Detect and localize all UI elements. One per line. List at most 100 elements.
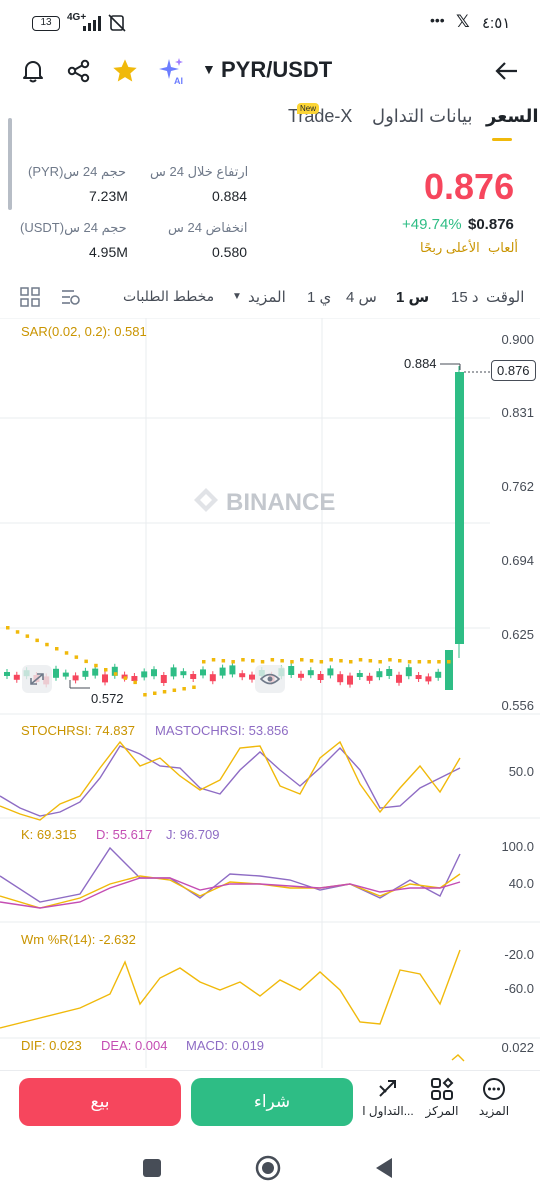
candle-body [307,670,314,676]
candle-body [53,668,59,678]
sar-dot [45,642,49,647]
candle-body [425,676,432,682]
candle-body [13,674,20,680]
candle-body [190,674,197,679]
candle-body [298,673,304,678]
home-button[interactable] [255,1155,281,1181]
candle-body [239,673,246,678]
price-stats: 0.876 $0.876 +49.74% ألعاب الأعلى ربحًا … [0,150,540,270]
center-action[interactable]: المركز [414,1077,470,1118]
sar-dot [162,690,167,694]
high-value: 0.884 [212,188,248,204]
trade-label: التداول ا... [362,1104,414,1118]
binance-watermark-logo [194,488,218,512]
mastochrsi-label: MASTOCHRSI: 53.856 [155,723,289,738]
candle-body [435,671,442,678]
ai-sparkle-icon[interactable]: AI [157,56,187,86]
candle-body [151,669,157,677]
back-arrow-icon[interactable] [494,58,520,84]
candle-body [72,675,79,681]
trade-action[interactable]: التداول ا... [360,1077,416,1118]
chart-area[interactable]: BINANCE SAR(0.02, 0.2): 0.581 0.900 0.83… [0,318,540,1068]
sar-dot [133,680,137,685]
interval-15m[interactable]: 15 د [451,288,479,306]
interval-more[interactable]: المزيد [248,288,286,306]
sar-dot [74,655,79,659]
sar-dot [6,626,10,630]
vol-quote-label: حجم 24 س(USDT) [20,220,127,235]
interval-4h[interactable]: 4 س [346,288,377,306]
sar-dot [417,660,422,664]
sar-dot [123,676,128,680]
interval-time[interactable]: الوقت [486,288,524,306]
candle-body [131,676,138,681]
sar-dot [192,685,196,689]
y-axis-4: 0.625 [501,627,534,642]
pair-title[interactable]: PYR/USDT [221,57,332,83]
more-dots-icon [483,1078,505,1100]
more-caret-icon[interactable]: ▼ [232,291,242,302]
oscillator-lines [0,740,465,1062]
sar-dot [251,659,255,663]
binance-watermark: BINANCE [226,489,335,516]
buy-button[interactable]: شراء [191,1078,353,1126]
tag-top-gainer[interactable]: الأعلى ربحًا [420,240,480,256]
indicator-settings-icon[interactable] [60,287,82,307]
stoch-axis: 50.0 [508,764,534,779]
y-axis-0: 0.900 [501,332,534,347]
pair-dropdown-caret[interactable]: ▼ [202,61,216,77]
candle-body [62,672,69,677]
j-line [0,846,461,903]
interval-1d[interactable]: 1 ي [307,288,331,306]
share-icon[interactable] [66,58,92,84]
tab-active-indicator [492,138,512,141]
sar-dot [427,660,431,664]
candle-body [356,673,363,677]
back-button[interactable] [374,1157,394,1179]
sar-dot [368,659,373,663]
signal-icon [83,16,101,31]
candle-body [219,667,226,676]
sar-dot [241,658,245,662]
depth-chart-tab[interactable]: مخطط الطلبات [123,288,214,305]
interval-1h[interactable]: 1 س [396,288,429,306]
sar-dot [153,691,157,695]
sar-dot [339,659,343,663]
sar-dot [172,688,177,692]
macd-axis: 0.022 [501,1040,534,1055]
sar-dot [270,658,275,662]
visibility-toggle-button[interactable] [255,665,285,693]
bell-icon[interactable] [20,58,46,84]
status-bar: 13 4G+ ••• 𝕏 ٤:٥١ [0,0,540,48]
recent-apps-button[interactable] [143,1159,161,1177]
trade-arrows-icon [379,1080,396,1097]
high-label: ارتفاع خلال 24 س [150,164,249,179]
candle-body [347,675,353,685]
candle-body [229,665,236,675]
notification-dots: ••• [430,12,445,28]
low-label: انخفاض 24 س [168,220,248,235]
layout-grid-icon[interactable] [20,287,40,307]
expand-chart-button[interactable] [22,665,52,693]
wr-axis-0: -20.0 [504,947,534,962]
system-nav-bar [0,1140,540,1199]
sell-button[interactable]: بيع [19,1078,181,1126]
sar-dot [211,658,216,662]
candle-body [337,674,344,683]
more-action[interactable]: المزيد [466,1077,522,1118]
candle-body [160,675,167,683]
candle-body [396,674,402,683]
j-label: J: 96.709 [166,827,220,842]
new-badge: New [297,103,320,114]
sar-dot [378,660,382,664]
tab-price[interactable]: السعر [486,106,539,127]
tab-trading-data[interactable]: بيانات التداول [372,106,473,127]
star-icon[interactable] [111,57,139,85]
kdj-axis-0: 100.0 [501,839,534,854]
tag-games[interactable]: ألعاب [488,240,518,256]
sar-dot [55,647,59,651]
k-label: K: 69.315 [21,827,77,842]
sar-dot [349,660,353,664]
sar-dot [15,630,20,634]
candle-body [386,669,393,676]
